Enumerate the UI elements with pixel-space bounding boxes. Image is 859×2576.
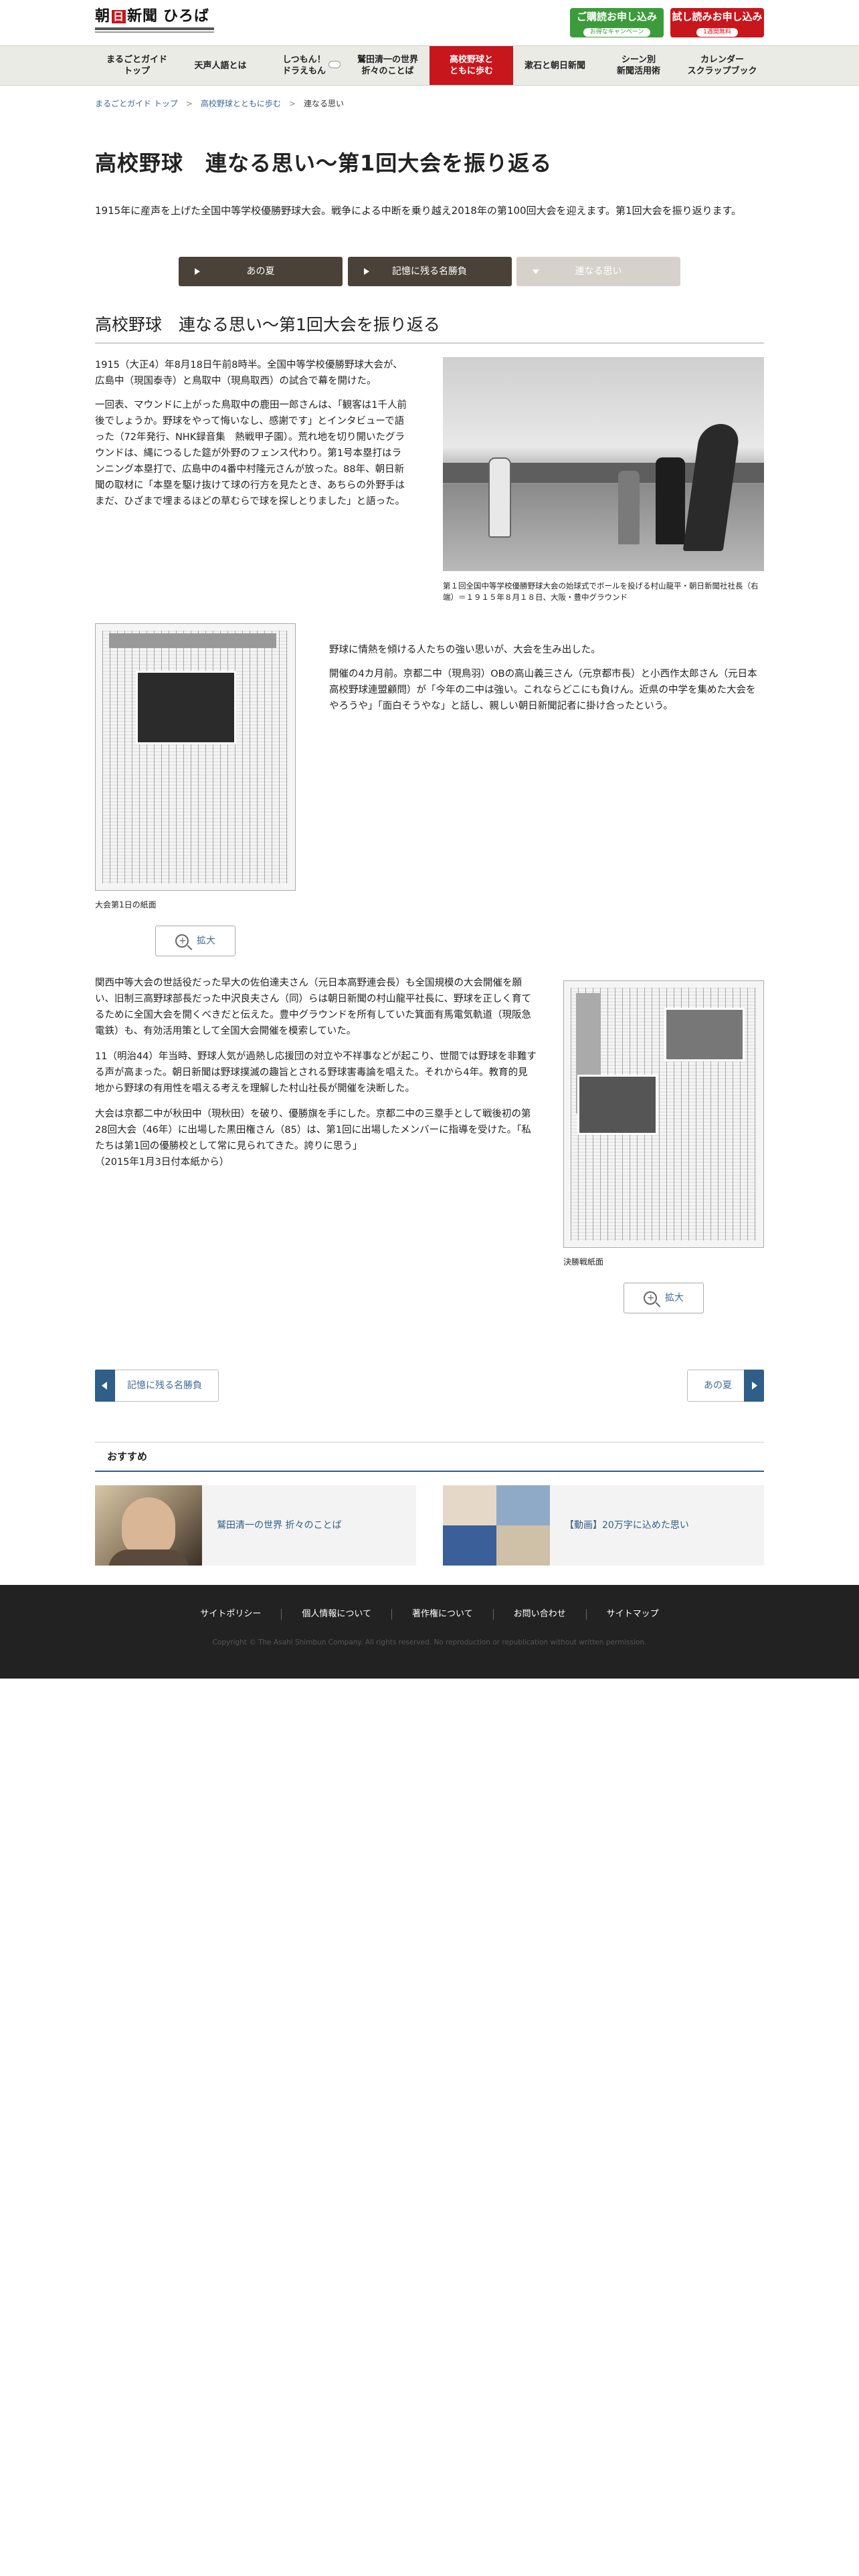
article-row-2: 大会第1日の紙面 拡大 野球に情熱を傾ける人たちの強い思いが、大会を生み出した。… (95, 623, 764, 956)
reco-thumbnail (443, 1485, 550, 1566)
chevron-down-icon (533, 270, 539, 274)
footer-link-contact[interactable]: お問い合わせ (492, 1609, 586, 1620)
subscribe-button[interactable]: ご購読お申し込み お得なキャンペーン (570, 8, 664, 37)
first-pitch-photo (443, 357, 764, 571)
tab-tsuranaru-omoi[interactable]: 連なる思い (516, 257, 680, 286)
site-header: 朝日新聞 ひろば ご購読お申し込み お得なキャンペーン 試し読みお申し込み 1週… (95, 0, 764, 45)
nav-item-doraemon[interactable]: しつもん！ ドラえもん (262, 46, 346, 85)
chevron-right-icon (744, 1370, 764, 1402)
article-source: （2015年1月3日付本紙から） (95, 1157, 229, 1168)
reco-card-title: 鷲田清一の世界 折々のことば (217, 1519, 342, 1531)
page-title: 高校野球 連なる思い〜第1回大会を振り返る (95, 150, 553, 176)
recommendations-heading: おすすめ (95, 1442, 764, 1472)
article-text-block: 関西中等大会の世話役だった早大の佐伯達夫さん（元日本高野連会長）も全国規模の大会… (95, 975, 537, 1313)
zoom-button[interactable]: 拡大 (155, 926, 235, 956)
main-content: まるごとガイド トップ > 高校野球とともに歩む > 連なる思い 高校野球 連な… (95, 98, 764, 1566)
subscribe-button-sub: お得なキャンペーン (583, 28, 651, 37)
logo-hiroba: ひろば (163, 8, 210, 25)
site-footer: サイトポリシー 個人情報について 著作権について お問い合わせ サイトマップ C… (0, 1585, 859, 1679)
footer-copyright: Copyright © The Asahi Shimbun Company. A… (212, 1638, 647, 1646)
reco-card-washida[interactable]: 鷲田清一の世界 折々のことば (95, 1485, 416, 1566)
footer-link-site-policy[interactable]: サイトポリシー (180, 1609, 281, 1620)
newspaper-caption: 決勝戦紙面 (563, 1257, 604, 1267)
play-arrow-icon (195, 268, 200, 275)
logo-sun-icon: 日 (112, 10, 126, 23)
chevron-left-icon (95, 1370, 115, 1402)
site-logo[interactable]: 朝日新聞 ひろば (95, 8, 215, 36)
day1-newspaper-image[interactable] (95, 623, 296, 891)
play-arrow-icon (363, 268, 369, 275)
breadcrumb: まるごとガイド トップ > 高校野球とともに歩む > 連なる思い (95, 98, 764, 111)
next-page-button[interactable]: あの夏 (687, 1370, 764, 1402)
photo-caption: 第１回全国中等学校優勝野球大会の始球式でボールを投げる村山龍平・朝日新聞社社長（… (443, 581, 759, 602)
zoom-in-icon (644, 1291, 657, 1305)
zoom-in-icon (175, 934, 189, 948)
breadcrumb-link-koshien[interactable]: 高校野球とともに歩む (201, 98, 281, 110)
article-text-block: 1915（大正4）年8月18日午前8時半。全国中等学校優勝野球大会が、広島中（現… (95, 357, 409, 603)
trial-button[interactable]: 試し読みお申し込み 1週間無料 (670, 8, 764, 37)
recommendations: おすすめ 鷲田清一の世界 折々のことば 【動画】20万字に込めた思い (95, 1442, 764, 1566)
final-newspaper-figure: 決勝戦紙面 拡大 (563, 980, 764, 1313)
tab-ano-natsu[interactable]: あの夏 (179, 257, 343, 286)
article-row-3: 関西中等大会の世話役だった早大の佐伯達夫さん（元日本高野連会長）も全国規模の大会… (95, 975, 764, 1313)
day1-newspaper-figure: 大会第1日の紙面 拡大 (95, 623, 296, 956)
article-paragraph: 野球に情熱を傾ける人たちの強い思いが、大会を生み出した。 (329, 645, 601, 655)
trial-button-title: 試し読みお申し込み (672, 11, 763, 23)
logo-shimbun-icon: 新聞 (127, 8, 159, 25)
footer-link-copyright[interactable]: 著作権について (391, 1609, 493, 1620)
breadcrumb-current: 連なる思い (303, 99, 344, 109)
reco-thumbnail (95, 1485, 202, 1566)
article-paragraph: 開催の4カ月前。京都二中（現鳥羽）OBの高山義三さん（元京都市長）と小西作太郎さ… (329, 669, 757, 712)
article-paragraph: 一回表、マウンドに上がった鳥取中の鹿田一郎さんは、「観客は1千人前後でしょうか。… (95, 400, 407, 507)
tab-meishobu[interactable]: 記憶に残る名勝負 (347, 257, 512, 286)
nav-item-koshien[interactable]: 高校野球と ともに歩む (430, 46, 513, 85)
zoom-button[interactable]: 拡大 (624, 1283, 704, 1313)
breadcrumb-link-guide-top[interactable]: まるごとガイド トップ (95, 98, 178, 110)
speech-bubble-icon (328, 61, 341, 68)
pager: 記憶に残る名勝負 あの夏 (95, 1370, 764, 1402)
article-title: 高校野球 連なる思い〜第1回大会を振り返る (95, 314, 764, 344)
nav-item-washida[interactable]: 鷲田清一の世界 折々のことば (346, 46, 430, 85)
nav-item-calendar[interactable]: カレンダー スクラップブック (680, 46, 764, 85)
page-lead: 1915年に産声を上げた全国中等学校優勝野球大会。戦争による中断を乗り越え201… (95, 205, 742, 217)
article-text-block: 野球に情熱を傾ける人たちの強い思いが、大会を生み出した。 開催の4カ月前。京都二… (329, 623, 764, 956)
first-pitch-figure: 第１回全国中等学校優勝野球大会の始球式でボールを投げる村山龍平・朝日新聞社社長（… (443, 357, 764, 603)
nav-item-guide-top[interactable]: まるごとガイド トップ (95, 46, 179, 85)
trial-button-sub: 1週間無料 (696, 28, 738, 37)
prev-page-button[interactable]: 記憶に残る名勝負 (95, 1370, 219, 1402)
article-row-1: 1915（大正4）年8月18日午前8時半。全国中等学校優勝野球大会が、広島中（現… (95, 357, 764, 603)
subscribe-button-title: ご購読お申し込み (576, 11, 657, 23)
global-nav: まるごとガイド トップ 天声人語とは しつもん！ ドラえもん 鷲田清一の世界 折… (0, 45, 859, 86)
logo-rule-thin (95, 31, 214, 33)
nav-item-tenseijingo[interactable]: 天声人語とは (179, 46, 262, 85)
article-paragraph: 大会は京都二中が秋田中（現秋田）を破り、優勝旗を手にした。京都二中の三塁手として… (95, 1109, 531, 1168)
chapter-tabs: あの夏 記憶に残る名勝負 連なる思い (179, 257, 680, 286)
nav-item-scene[interactable]: シーン別 新聞活用術 (597, 46, 680, 85)
reco-card-title: 【動画】20万字に込めた思い (565, 1519, 689, 1531)
final-newspaper-image[interactable] (563, 980, 764, 1248)
newspaper-caption: 大会第1日の紙面 (95, 900, 157, 909)
logo-rule (95, 27, 214, 30)
article-paragraph: 11（明治44）年当時、野球人気が過熱し応援団の対立や不祥事などが起こり、世間で… (95, 1051, 537, 1094)
nav-item-soseki[interactable]: 漱石と朝日新聞 (513, 46, 597, 85)
article-paragraph: 関西中等大会の世話役だった早大の佐伯達夫さん（元日本高野連会長）も全国規模の大会… (95, 978, 532, 1037)
footer-link-privacy[interactable]: 個人情報について (281, 1609, 391, 1620)
logo-asahi-icon: 朝 (95, 8, 111, 25)
footer-link-sitemap[interactable]: サイトマップ (585, 1609, 679, 1620)
article-paragraph: 1915（大正4）年8月18日午前8時半。全国中等学校優勝野球大会が、広島中（現… (95, 360, 403, 387)
breadcrumb-separator-icon: > (185, 99, 193, 109)
reco-card-video[interactable]: 【動画】20万字に込めた思い (443, 1485, 764, 1566)
breadcrumb-separator-icon: > (288, 99, 296, 109)
